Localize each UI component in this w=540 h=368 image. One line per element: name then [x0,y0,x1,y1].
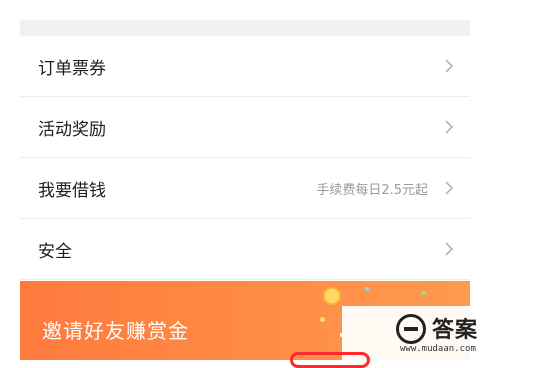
menu-item-label: 活动奖励 [38,119,106,140]
menu-item-security[interactable]: 安全 [20,219,470,280]
menu-item-label: 我要借钱 [38,180,106,201]
watermark-url: www.mudaan.com [400,344,476,354]
menu-item-borrow-money[interactable]: 我要借钱 手续费每日2.5元起 [20,158,470,219]
confetti-dot [365,287,369,291]
menu-item-orders-tickets[interactable]: 订单票券 [20,36,470,97]
confetti-dot [422,291,426,295]
confetti-dot [320,317,325,322]
top-section-divider [20,20,470,36]
bottom-highlight-button[interactable] [290,352,370,368]
menu-item-label: 安全 [38,241,72,262]
watermark-logo-icon [396,314,426,344]
chevron-right-icon [445,181,454,195]
menu-item-label: 订单票券 [38,58,106,79]
banner-title: 邀请好友赚赏金 [42,319,189,343]
menu-item-activity-rewards[interactable]: 活动奖励 [20,97,470,158]
menu-item-subtitle: 手续费每日2.5元起 [316,182,428,198]
watermark-text: 答案 [432,318,479,343]
settings-menu-list: 订单票券 活动奖励 我要借钱 手续费每日2.5元起 安全 [20,36,470,280]
chevron-right-icon [445,59,454,73]
coin-icon [323,287,341,305]
chevron-right-icon [445,242,454,256]
chevron-right-icon [445,120,454,134]
